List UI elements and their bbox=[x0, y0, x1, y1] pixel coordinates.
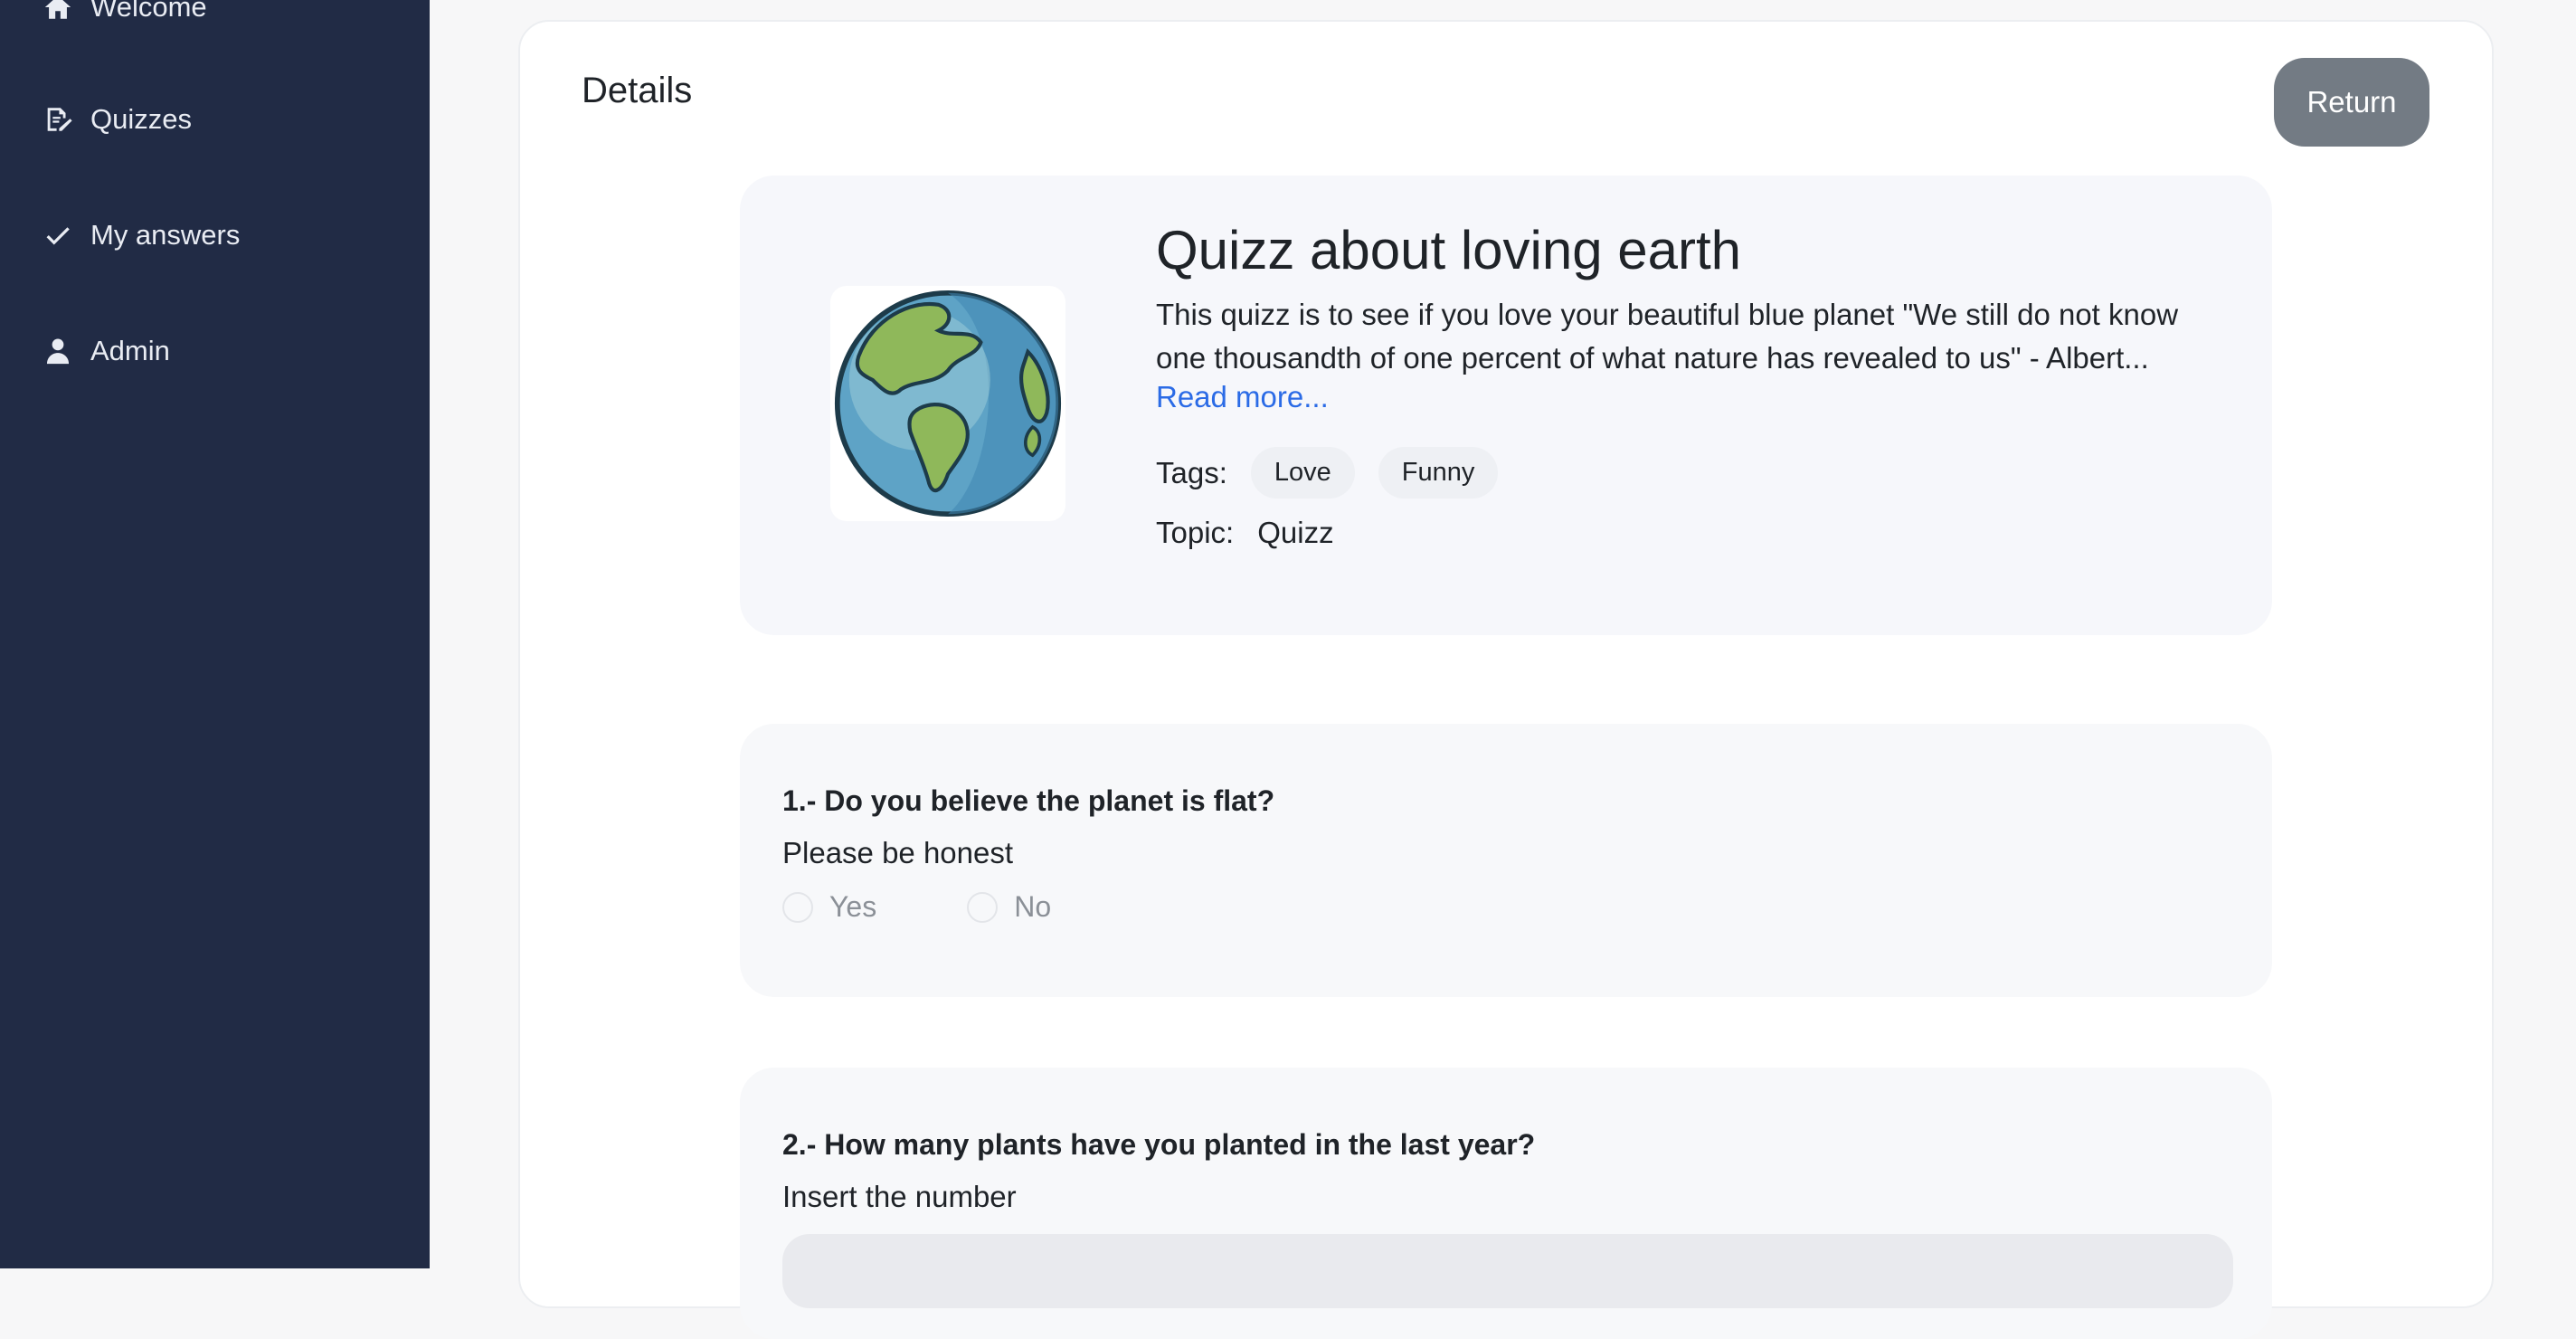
tags-row: Tags: Love Funny bbox=[1156, 447, 1499, 499]
sidebar-item-my-answers[interactable]: My answers bbox=[42, 208, 240, 262]
question-subtitle: Please be honest bbox=[782, 836, 1014, 869]
quiz-summary-card: Quizz about loving earth This quizz is t… bbox=[740, 176, 2272, 635]
option-no[interactable]: No bbox=[967, 890, 1051, 924]
sidebar: Welcome Quizzes My answers Admin bbox=[0, 0, 430, 1268]
sidebar-item-label: Admin bbox=[90, 335, 170, 366]
sidebar-item-label: Welcome bbox=[90, 0, 207, 23]
radio-button[interactable] bbox=[782, 891, 813, 923]
quiz-description: This quizz is to see if you love your be… bbox=[1156, 298, 2179, 375]
question-card: 1.- Do you believe the planet is flat? P… bbox=[740, 724, 2272, 997]
question-subtitle: Insert the number bbox=[782, 1180, 1017, 1213]
tag-chip: Love bbox=[1250, 447, 1355, 499]
read-more-link[interactable]: Read more... bbox=[1156, 380, 1329, 414]
tags-label: Tags: bbox=[1156, 455, 1227, 489]
return-button[interactable]: Return bbox=[2274, 58, 2429, 147]
tag-chip: Funny bbox=[1378, 447, 1499, 499]
quiz-title: Quizz about loving earth bbox=[1156, 220, 1742, 280]
topic-label: Topic: bbox=[1156, 516, 1235, 549]
sidebar-item-admin[interactable]: Admin bbox=[42, 324, 170, 378]
page-title: Details bbox=[582, 71, 693, 110]
sidebar-item-quizzes[interactable]: Quizzes bbox=[42, 92, 192, 147]
edit-document-icon bbox=[42, 103, 74, 136]
number-input[interactable] bbox=[782, 1234, 2233, 1308]
earth-globe-icon bbox=[834, 290, 1062, 518]
check-icon bbox=[42, 219, 74, 252]
question-title: 2.- How many plants have you planted in … bbox=[782, 1128, 1536, 1161]
question-card: 2.- How many plants have you planted in … bbox=[740, 1068, 2272, 1339]
option-label: No bbox=[1014, 890, 1052, 923]
topic-value: Quizz bbox=[1257, 516, 1334, 549]
user-icon bbox=[42, 335, 74, 367]
details-panel: Details Return Quizz about loving earth … bbox=[518, 20, 2494, 1339]
sidebar-item-label: Quizzes bbox=[90, 103, 192, 135]
option-yes[interactable]: Yes bbox=[782, 890, 876, 924]
radio-button[interactable] bbox=[967, 891, 999, 923]
topic-row: Topic: Quizz bbox=[1156, 516, 1334, 550]
answer-options: Yes No bbox=[782, 890, 1051, 924]
sidebar-item-welcome[interactable]: Welcome bbox=[42, 0, 207, 34]
home-icon bbox=[42, 0, 74, 24]
quiz-image bbox=[830, 286, 1065, 521]
option-label: Yes bbox=[829, 890, 877, 923]
sidebar-item-label: My answers bbox=[90, 219, 241, 251]
question-title: 1.- Do you believe the planet is flat? bbox=[782, 784, 1275, 817]
